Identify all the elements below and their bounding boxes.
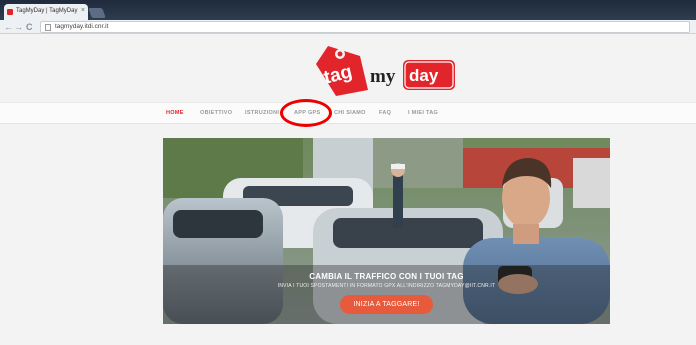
back-icon[interactable]: ← bbox=[4, 21, 13, 33]
browser-toolbar: ← → C tagmyday.itdi.cnr.it bbox=[0, 20, 696, 34]
nav-chi-siamo[interactable]: CHI SIAMO bbox=[334, 110, 366, 116]
browser-tab-strip: TagMyDay | TagMyDay × bbox=[0, 0, 696, 20]
hero-banner: CAMBIA IL TRAFFICO CON I TUOI TAG INVIA … bbox=[163, 138, 610, 324]
close-tab-icon[interactable]: × bbox=[81, 7, 85, 14]
main-nav: HOME OBIETTIVO ISTRUZIONI APP GPS CHI SI… bbox=[0, 102, 696, 124]
nav-istruzioni[interactable]: ISTRUZIONI bbox=[245, 110, 279, 116]
tab-title: TagMyDay | TagMyDay bbox=[16, 8, 78, 14]
favicon-icon bbox=[7, 9, 13, 15]
nav-i-miei-tag[interactable]: I MIEI TAG bbox=[408, 110, 438, 116]
nav-home[interactable]: HOME bbox=[166, 110, 184, 116]
nav-faq[interactable]: FAQ bbox=[379, 110, 391, 116]
logo-text-my: my bbox=[370, 66, 396, 87]
nav-obiettivo[interactable]: OBIETTIVO bbox=[200, 110, 232, 116]
new-tab-button[interactable] bbox=[88, 8, 106, 18]
reload-icon[interactable]: C bbox=[26, 21, 33, 33]
web-page: tag my day HOME OBIETTIVO ISTRUZIONI APP… bbox=[0, 34, 696, 345]
url-text: tagmyday.itdi.cnr.it bbox=[55, 23, 109, 30]
address-bar[interactable]: tagmyday.itdi.cnr.it bbox=[40, 21, 690, 33]
hero-title: CAMBIA IL TRAFFICO CON I TUOI TAG bbox=[309, 272, 464, 281]
annotation-circle bbox=[280, 99, 332, 127]
forward-icon[interactable]: → bbox=[14, 21, 23, 33]
browser-tab[interactable]: TagMyDay | TagMyDay × bbox=[4, 4, 88, 20]
tagmyday-logo[interactable]: tag my day bbox=[310, 40, 458, 100]
hero-subtitle: INVIA I TUOI SPOSTAMENTI IN FORMATO GPX … bbox=[277, 283, 496, 289]
page-icon bbox=[45, 24, 51, 31]
start-tagging-button[interactable]: INIZIA A TAGGARE! bbox=[340, 295, 433, 314]
logo-text-day: day bbox=[409, 66, 439, 85]
